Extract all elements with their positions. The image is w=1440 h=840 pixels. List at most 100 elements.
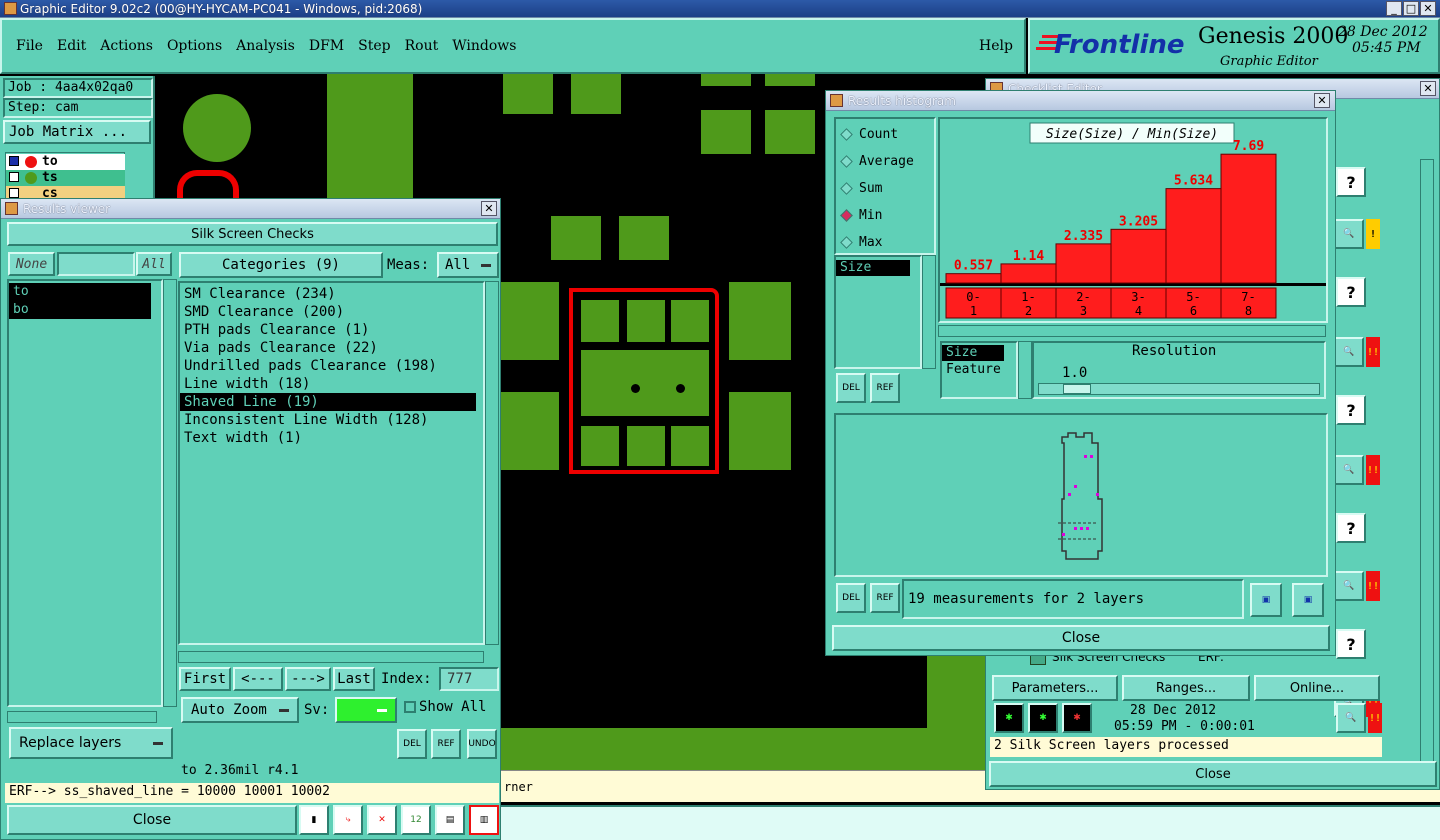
job-matrix-button[interactable]: Job Matrix ... [3, 120, 151, 144]
ref-icon[interactable]: REF [870, 583, 900, 613]
category-item[interactable]: SM Clearance (234) [180, 285, 476, 303]
numbers-icon[interactable]: 12 [401, 805, 431, 835]
menu-edit[interactable]: Edit [57, 38, 86, 54]
zoom-icon[interactable]: 🔍 [1334, 219, 1364, 249]
all-layers-button[interactable]: All [136, 252, 172, 276]
none-button[interactable]: None [8, 252, 55, 276]
next-button[interactable]: ---> [285, 667, 331, 691]
close-icon[interactable]: ✕ [1420, 81, 1436, 96]
meas-select[interactable]: All [437, 252, 499, 278]
chart-hscrollbar[interactable] [938, 325, 1326, 337]
menu-options[interactable]: Options [167, 38, 222, 54]
category-list-hscrollbar[interactable] [178, 651, 484, 663]
export-icon[interactable]: ▣ [1250, 583, 1282, 617]
first-button[interactable]: First [179, 667, 231, 691]
histogram-icon[interactable]: ▥ [469, 805, 499, 835]
slider-thumb[interactable] [1063, 384, 1091, 394]
zoom-icon[interactable]: 🔍 [1334, 455, 1364, 485]
list-item[interactable]: Size [942, 345, 1004, 361]
layer-filter[interactable] [57, 252, 135, 276]
category-item[interactable]: Text width (1) [180, 429, 476, 447]
ranges-button[interactable]: Ranges... [1122, 675, 1250, 701]
layer-list-scrollbar[interactable] [163, 279, 177, 707]
mode-average[interactable]: Average [836, 148, 934, 175]
zoom-icon[interactable]: 🔍 [1336, 703, 1366, 733]
show-all-checkbox[interactable] [404, 701, 416, 713]
resolution-slider[interactable] [1038, 383, 1320, 395]
ref-icon[interactable]: REF [870, 373, 900, 403]
menu-step[interactable]: Step [358, 38, 390, 54]
layer-row-ts[interactable]: ts [6, 170, 125, 186]
layer-list-hscrollbar[interactable] [7, 711, 157, 723]
list-item[interactable]: Size [836, 260, 910, 276]
attribute-list-scrollbar[interactable] [922, 255, 936, 369]
histogram-bar[interactable] [1165, 188, 1222, 284]
list-item[interactable]: Feature [942, 361, 1016, 379]
ref-icon[interactable]: REF [431, 729, 461, 759]
undo-icon[interactable]: UNDO [467, 729, 497, 759]
report-icon[interactable]: ▤ [435, 805, 465, 835]
sort-list[interactable]: Size Feature [940, 341, 1018, 399]
help-icon[interactable]: ? [1336, 277, 1366, 307]
parameters-button[interactable]: Parameters... [992, 675, 1118, 701]
online-button[interactable]: Online... [1254, 675, 1380, 701]
category-item[interactable]: Shaved Line (19) [180, 393, 476, 411]
categories-button[interactable]: Categories (9) [179, 252, 383, 278]
index-input[interactable]: 777 [439, 667, 499, 691]
histogram-bar[interactable] [1000, 263, 1057, 284]
category-item[interactable]: SMD Clearance (200) [180, 303, 476, 321]
attribute-list[interactable]: Size [834, 255, 922, 369]
help-icon[interactable]: ? [1336, 513, 1366, 543]
mode-count[interactable]: Count [836, 121, 934, 148]
zoom-icon[interactable]: 🔍 [1334, 571, 1364, 601]
category-item[interactable]: Line width (18) [180, 375, 476, 393]
menu-dfm[interactable]: DFM [309, 38, 344, 54]
close-icon[interactable]: ✕ [481, 201, 497, 216]
help-icon[interactable]: ? [1336, 167, 1366, 197]
layer-result-list[interactable]: to bo [7, 279, 163, 707]
prev-button[interactable]: <--- [233, 667, 283, 691]
close-icon[interactable]: ✕ [1314, 93, 1330, 108]
category-list[interactable]: SM Clearance (234) SMD Clearance (200) PTH… [178, 281, 485, 645]
close-icon[interactable]: ✕ [1420, 1, 1436, 16]
command-line[interactable] [500, 805, 1440, 840]
help-icon[interactable]: ? [1336, 395, 1366, 425]
category-item[interactable]: Undrilled pads Clearance (198) [180, 357, 476, 375]
menu-file[interactable]: File [16, 38, 43, 54]
menu-analysis[interactable]: Analysis [236, 38, 295, 54]
histogram-bar[interactable] [1055, 243, 1112, 284]
menu-rout[interactable]: Rout [405, 38, 439, 54]
histogram-bar[interactable] [945, 273, 1002, 284]
import-icon[interactable]: ▣ [1292, 583, 1324, 617]
category-item[interactable]: Inconsistent Line Width (128) [180, 411, 476, 429]
checklist-close-button[interactable]: Close [989, 761, 1437, 787]
histogram-close-button[interactable]: Close [832, 625, 1330, 651]
list-item[interactable]: to [9, 283, 151, 301]
layer-icon[interactable]: ▮ [299, 805, 329, 835]
run-selected-icon[interactable]: ✱ [1028, 703, 1058, 733]
auto-zoom-select[interactable]: Auto Zoom [181, 697, 299, 723]
category-item[interactable]: PTH pads Clearance (1) [180, 321, 476, 339]
last-button[interactable]: Last [333, 667, 375, 691]
zoom-icon[interactable]: 🔍 [1334, 337, 1364, 367]
erf-icon[interactable]: ✕ [367, 805, 397, 835]
zoom-icon[interactable]: ⤷ [333, 805, 363, 835]
list-item[interactable]: bo [9, 301, 151, 319]
results-viewer-close-button[interactable]: Close [7, 805, 297, 835]
histogram-bar[interactable] [1110, 228, 1167, 284]
mode-sum[interactable]: Sum [836, 175, 934, 202]
stop-icon[interactable]: ✱ [1062, 703, 1092, 733]
mode-min[interactable]: Min [836, 202, 934, 229]
run-icon[interactable]: ✱ [994, 703, 1024, 733]
sv-color-select[interactable] [335, 697, 397, 723]
checklist-scrollbar[interactable] [1420, 159, 1434, 769]
help-icon[interactable]: ? [1336, 629, 1366, 659]
category-item[interactable]: Via pads Clearance (22) [180, 339, 476, 357]
menu-help[interactable]: Help [979, 38, 1013, 54]
menu-windows[interactable]: Windows [452, 38, 516, 54]
menu-actions[interactable]: Actions [100, 38, 153, 54]
maximize-icon[interactable]: □ [1403, 1, 1419, 16]
del-icon[interactable]: DEL [836, 373, 866, 403]
sort-list-scrollbar[interactable] [1018, 341, 1032, 399]
mode-max[interactable]: Max [836, 229, 934, 256]
